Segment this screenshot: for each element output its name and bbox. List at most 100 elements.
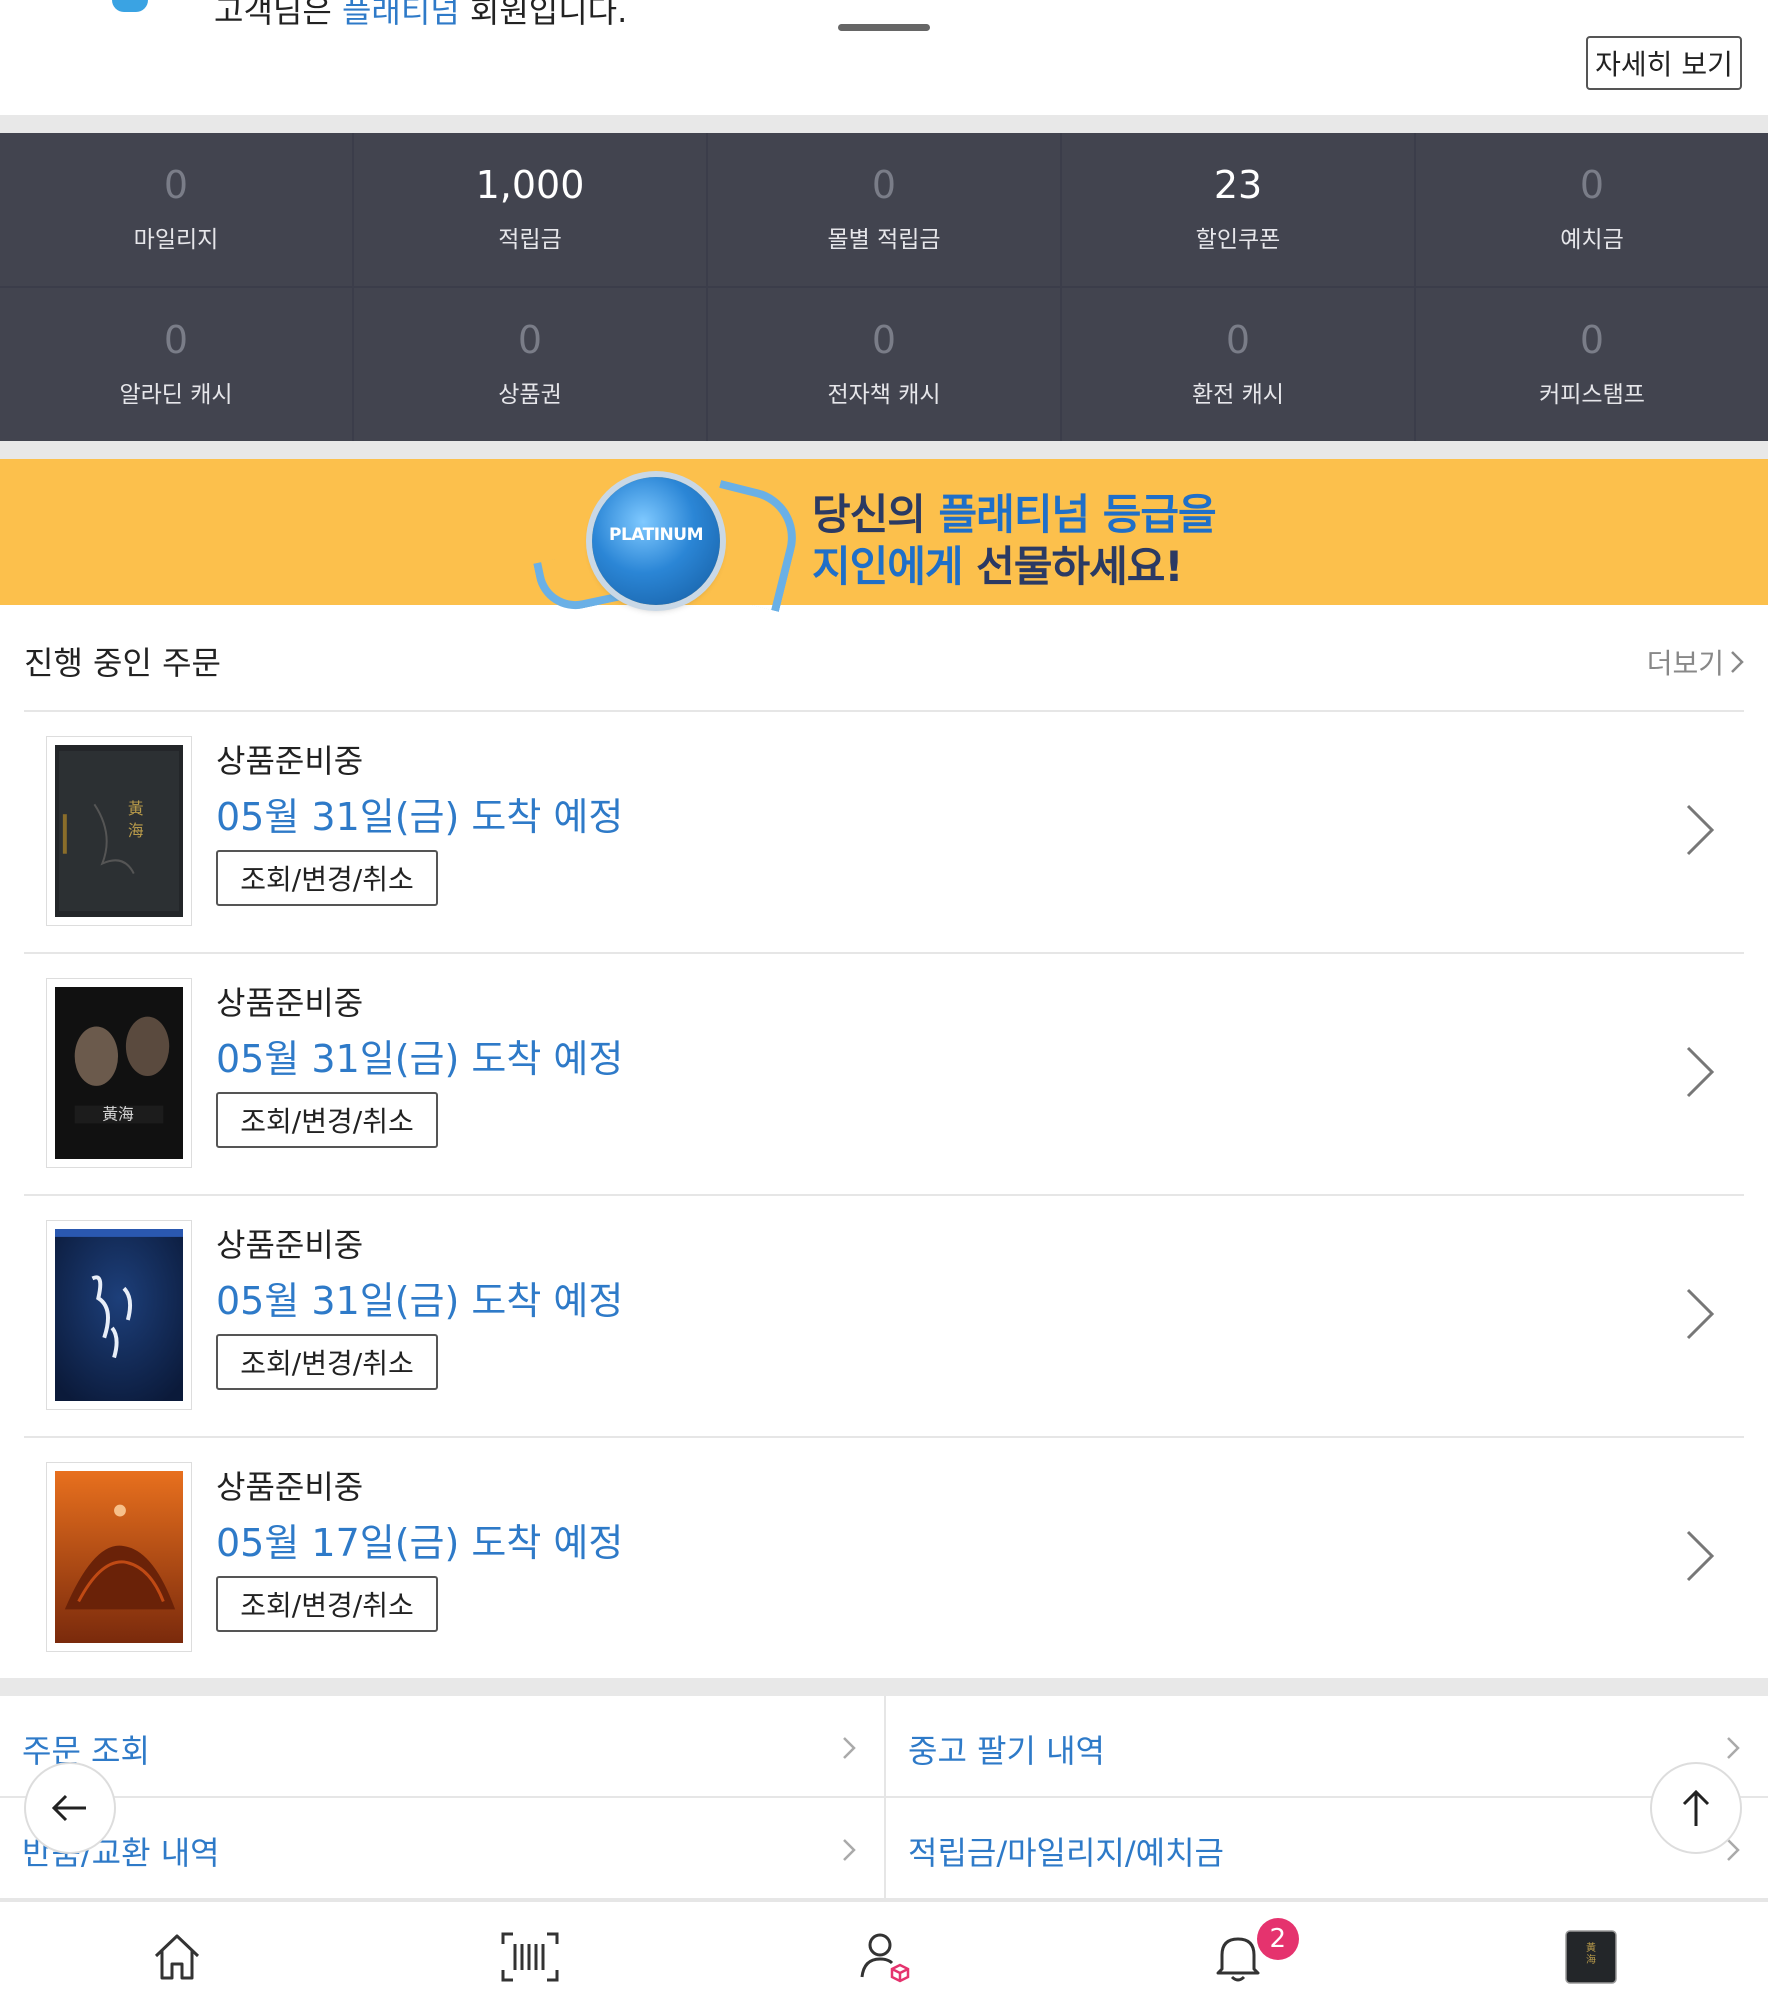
- notification-count-badge: 2: [1256, 1918, 1299, 1960]
- product-thumbnail: 黃 海: [46, 736, 192, 926]
- chevron-right-icon[interactable]: [1680, 1526, 1720, 1586]
- home-icon: [154, 1934, 199, 1980]
- svg-text:黃: 黃: [1586, 1941, 1596, 1954]
- points-value: 0: [163, 317, 189, 362]
- medal-label: PLATINUM: [609, 525, 704, 545]
- points-label: 전자책 캐시: [827, 382, 941, 409]
- points-label: 마일리지: [133, 227, 219, 254]
- chevron-right-icon: [1731, 651, 1744, 673]
- order-status: 상품준비중: [216, 742, 364, 780]
- arrival-date: 05월 17일(금) 도착 예정: [216, 1521, 624, 1565]
- nav-recent-product[interactable]: 黃海: [1414, 1902, 1768, 2012]
- chevron-right-icon: [843, 1737, 856, 1759]
- chevron-right-icon[interactable]: [1680, 1042, 1720, 1102]
- view-change-cancel-button[interactable]: 조회/변경/취소: [216, 1334, 438, 1390]
- avatar: [112, 0, 148, 12]
- section-divider: [0, 441, 1768, 459]
- user-order-icon: [860, 1933, 910, 1983]
- recent-product-thumbnail-image: 黃海: [1565, 1930, 1617, 1984]
- view-change-cancel-button[interactable]: 조회/변경/취소: [216, 1576, 438, 1632]
- arrival-date: 05월 31일(금) 도착 예정: [216, 1037, 624, 1081]
- nav-notifications[interactable]: 2: [1061, 1902, 1415, 2012]
- arrival-date: 05월 31일(금) 도착 예정: [216, 1279, 624, 1323]
- order-item[interactable]: 상품준비중 05월 31일(금) 도착 예정 조회/변경/취소: [24, 1194, 1744, 1436]
- points-cell-mileage[interactable]: 0 마일리지: [0, 133, 352, 286]
- points-mileage-deposit-link[interactable]: 적립금/마일리지/예치금: [886, 1798, 1768, 1900]
- points-grid: 0 마일리지 1,000 적립금 0 몰별 적립금 23 할인쿠폰 0 예치금 …: [0, 133, 1768, 441]
- points-value: 23: [1213, 162, 1263, 207]
- points-value: 0: [517, 317, 543, 362]
- points-label: 알라딘 캐시: [119, 382, 233, 409]
- product-thumbnail: 黃海: [46, 978, 192, 1168]
- view-details-button[interactable]: 자세히 보기: [1586, 36, 1742, 90]
- section-divider: [0, 1678, 1768, 1696]
- svg-text:黃: 黃: [128, 799, 144, 818]
- membership-grade: 플래티넘: [341, 0, 460, 30]
- membership-status-text: 고객님은 플래티넘 회원입니다.: [214, 0, 627, 32]
- scroll-top-button[interactable]: [1650, 1762, 1742, 1854]
- points-value: 0: [1225, 317, 1251, 362]
- svg-text:海: 海: [1586, 1953, 1596, 1966]
- order-status: 상품준비중: [216, 1468, 364, 1506]
- product-thumbnail: [46, 1462, 192, 1652]
- membership-header: 고객님은 플래티넘 회원입니다. 자세히 보기: [0, 0, 1768, 115]
- view-change-cancel-button[interactable]: 조회/변경/취소: [216, 1092, 438, 1148]
- section-divider: [0, 115, 1768, 133]
- points-value: 0: [1579, 162, 1605, 207]
- points-label: 몰별 적립금: [827, 227, 941, 254]
- barcode-scan-icon: [501, 1932, 559, 1982]
- points-cell-reward[interactable]: 1,000 적립금: [354, 133, 706, 286]
- bluray-cover-dark-image: 黃 海: [55, 745, 183, 917]
- bell-icon: [1216, 1937, 1260, 1982]
- chevron-right-icon: [843, 1839, 856, 1861]
- points-label: 커피스탬프: [1539, 382, 1645, 409]
- platinum-gift-banner[interactable]: PLATINUM 당신의 플래티넘 등급을 지인에게 선물하세요!: [0, 459, 1768, 617]
- order-item[interactable]: 상품준비중 05월 17일(금) 도착 예정 조회/변경/취소: [24, 1436, 1744, 1678]
- points-cell-gift-card[interactable]: 0 상품권: [354, 288, 706, 441]
- order-list: 黃 海 상품준비중 05월 31일(금) 도착 예정 조회/변경/취소 黃海 상…: [24, 710, 1744, 1678]
- points-cell-ebook-cash[interactable]: 0 전자책 캐시: [708, 288, 1060, 441]
- order-status: 상품준비중: [216, 1226, 364, 1264]
- points-value: 1,000: [475, 162, 585, 207]
- points-cell-coupons[interactable]: 23 할인쿠폰: [1062, 133, 1414, 286]
- points-label: 적립금: [498, 227, 562, 254]
- sheet-drag-handle[interactable]: [838, 24, 930, 31]
- order-item[interactable]: 黃 海 상품준비중 05월 31일(금) 도착 예정 조회/변경/취소: [24, 710, 1744, 952]
- chevron-right-icon: [1727, 1839, 1740, 1861]
- more-link[interactable]: 더보기: [1647, 642, 1744, 682]
- return-exchange-link[interactable]: 반품/교환 내역: [0, 1798, 884, 1900]
- chevron-right-icon[interactable]: [1680, 1284, 1720, 1344]
- points-label: 예치금: [1560, 227, 1624, 254]
- nav-home[interactable]: [0, 1902, 354, 2012]
- points-value: 0: [163, 162, 189, 207]
- points-value: 0: [871, 162, 897, 207]
- nav-barcode-scan[interactable]: [354, 1902, 708, 2012]
- banner-headline-2: 지인에게 선물하세요!: [812, 542, 1184, 591]
- points-cell-deposit[interactable]: 0 예치금: [1416, 133, 1768, 286]
- svg-text:黃海: 黃海: [102, 1104, 134, 1123]
- used-sale-history-link[interactable]: 중고 팔기 내역: [886, 1696, 1768, 1798]
- chevron-right-icon: [1727, 1737, 1740, 1759]
- arrival-date: 05월 31일(금) 도착 예정: [216, 795, 624, 839]
- order-item[interactable]: 黃海 상품준비중 05월 31일(금) 도착 예정 조회/변경/취소: [24, 952, 1744, 1194]
- section-title: 진행 중인 주문: [24, 644, 221, 682]
- points-value: 0: [871, 317, 897, 362]
- points-value: 0: [1579, 317, 1605, 362]
- order-lookup-link[interactable]: 주문 조회: [0, 1696, 884, 1798]
- points-cell-aladin-cash[interactable]: 0 알라딘 캐시: [0, 288, 352, 441]
- bluray-cover-desert-image: [55, 1471, 183, 1643]
- points-label: 할인쿠폰: [1195, 227, 1281, 254]
- points-cell-exchange-cash[interactable]: 0 환전 캐시: [1062, 288, 1414, 441]
- points-cell-mall-reward[interactable]: 0 몰별 적립금: [708, 133, 1060, 286]
- back-button[interactable]: [24, 1762, 116, 1854]
- bluray-cover-navy-image: [55, 1229, 183, 1401]
- points-label: 상품권: [498, 382, 562, 409]
- view-change-cancel-button[interactable]: 조회/변경/취소: [216, 850, 438, 906]
- product-thumbnail: [46, 1220, 192, 1410]
- chevron-right-icon[interactable]: [1680, 800, 1720, 860]
- orders-section-header: 진행 중인 주문 더보기: [24, 630, 1744, 692]
- svg-text:海: 海: [128, 821, 144, 840]
- nav-my-page[interactable]: [707, 1902, 1061, 2012]
- bottom-navigation: 2 黃海: [0, 1900, 1768, 2012]
- points-cell-coffee-stamp[interactable]: 0 커피스탬프: [1416, 288, 1768, 441]
